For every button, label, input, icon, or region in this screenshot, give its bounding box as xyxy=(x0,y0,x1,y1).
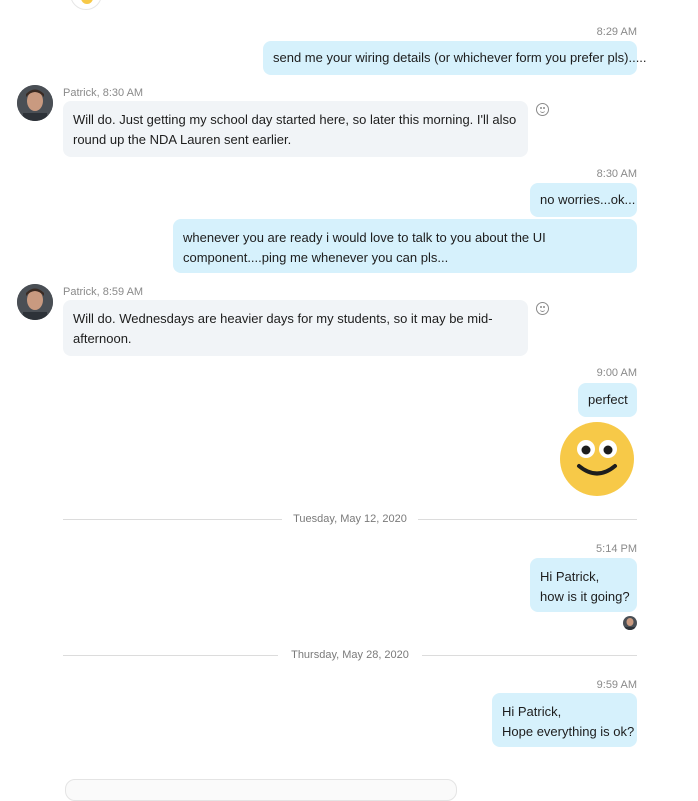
date-divider-line xyxy=(63,655,278,656)
outgoing-message[interactable]: no worries...ok... xyxy=(530,183,637,217)
sender-name: Patrick, 8:59 AM xyxy=(63,286,144,298)
react-smiley-icon[interactable] xyxy=(536,302,549,315)
date-divider-line xyxy=(418,519,637,520)
message-text: component....ping me whenever you can pl… xyxy=(183,250,449,265)
message-timestamp: 9:00 AM xyxy=(596,367,637,379)
smiley-emoji-icon[interactable] xyxy=(559,421,635,497)
message-text: send me your wiring details (or whicheve… xyxy=(273,50,647,65)
message-timestamp: 5:14 PM xyxy=(596,543,637,555)
outgoing-message[interactable]: Hi Patrick, Hope everything is ok? xyxy=(492,693,637,747)
compose-box[interactable] xyxy=(65,779,457,801)
avatar-photo-icon xyxy=(17,85,53,121)
message-text: Hi Patrick, xyxy=(540,569,600,584)
message-text: whenever you are ready i would love to t… xyxy=(183,230,546,245)
message-text: round up the NDA Lauren sent earlier. xyxy=(73,132,292,147)
message-text: no worries...ok... xyxy=(540,192,636,207)
message-text: Hi Patrick, xyxy=(502,704,562,719)
message-text: Will do. Just getting my school day star… xyxy=(73,112,517,127)
outgoing-message[interactable]: whenever you are ready i would love to t… xyxy=(173,219,637,273)
incoming-message[interactable]: Will do. Just getting my school day star… xyxy=(63,101,528,157)
read-receipt-avatar xyxy=(623,616,637,630)
message-timestamp: 8:30 AM xyxy=(596,168,637,180)
message-text: afternoon. xyxy=(73,331,132,346)
message-text: Will do. Wednesdays are heavier days for… xyxy=(73,311,493,326)
date-divider-label: Thursday, May 28, 2020 xyxy=(291,649,409,661)
date-divider-line xyxy=(63,519,282,520)
date-divider-line xyxy=(422,655,637,656)
message-timestamp: 9:59 AM xyxy=(596,679,637,691)
outgoing-message[interactable]: send me your wiring details (or whicheve… xyxy=(263,41,647,75)
sender-name: Patrick, 8:30 AM xyxy=(63,87,144,99)
avatar[interactable] xyxy=(17,85,53,121)
partial-emoji-icon xyxy=(70,0,102,10)
date-divider-label: Tuesday, May 12, 2020 xyxy=(293,513,407,525)
message-timestamp: 8:29 AM xyxy=(596,26,637,38)
message-text: perfect xyxy=(588,392,628,407)
message-text: Hope everything is ok? xyxy=(502,724,635,739)
react-smiley-icon[interactable] xyxy=(536,103,549,116)
message-text: how is it going? xyxy=(540,589,630,604)
incoming-message[interactable]: Will do. Wednesdays are heavier days for… xyxy=(63,300,528,356)
outgoing-message[interactable]: perfect xyxy=(578,383,637,417)
outgoing-message[interactable]: Hi Patrick, how is it going? xyxy=(530,558,637,612)
avatar[interactable] xyxy=(17,284,53,320)
avatar-photo-icon xyxy=(17,284,53,320)
